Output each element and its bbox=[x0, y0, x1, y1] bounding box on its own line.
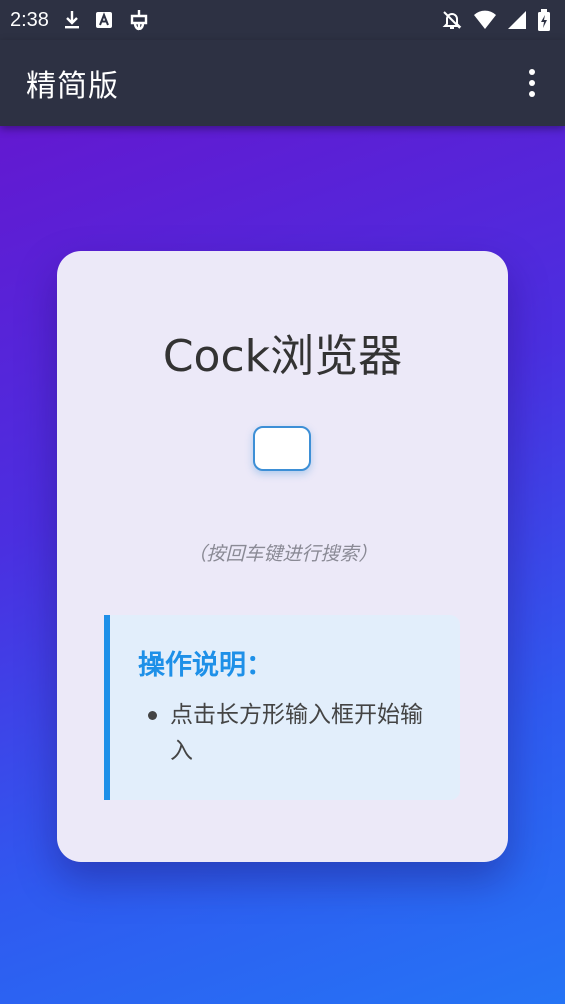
signal-icon bbox=[507, 10, 527, 30]
battery-charging-icon bbox=[537, 9, 551, 31]
app-title: 精简版 bbox=[26, 69, 119, 104]
more-dot bbox=[529, 80, 535, 86]
more-dot bbox=[529, 69, 535, 75]
download-icon bbox=[63, 10, 81, 30]
status-left: 2:38 bbox=[10, 8, 151, 32]
instruction-item: 点击长方形输入框开始输入 bbox=[140, 697, 440, 769]
status-time: 2:38 bbox=[10, 8, 49, 31]
status-right bbox=[441, 9, 551, 31]
more-vert-icon[interactable] bbox=[517, 63, 547, 103]
instructions-heading: 操作说明： bbox=[138, 650, 273, 681]
instructions-box: 操作说明： 点击长方形输入框开始输入 bbox=[104, 615, 460, 800]
browser-title: Cock浏览器 bbox=[162, 331, 403, 382]
search-hint: （按回车键进行搜索） bbox=[187, 543, 378, 565]
app-bar: 精简版 bbox=[0, 40, 565, 126]
bug-icon bbox=[127, 8, 151, 32]
search-input[interactable] bbox=[253, 426, 311, 471]
a-notification-icon bbox=[95, 11, 113, 29]
bell-off-icon bbox=[441, 9, 463, 31]
bullet-icon bbox=[148, 711, 157, 720]
status-bar: 2:38 bbox=[0, 0, 565, 40]
more-dot bbox=[529, 91, 535, 97]
instructions-list: 点击长方形输入框开始输入 bbox=[140, 697, 440, 769]
wifi-icon bbox=[473, 10, 497, 30]
instruction-text: 点击长方形输入框开始输入 bbox=[170, 702, 423, 764]
